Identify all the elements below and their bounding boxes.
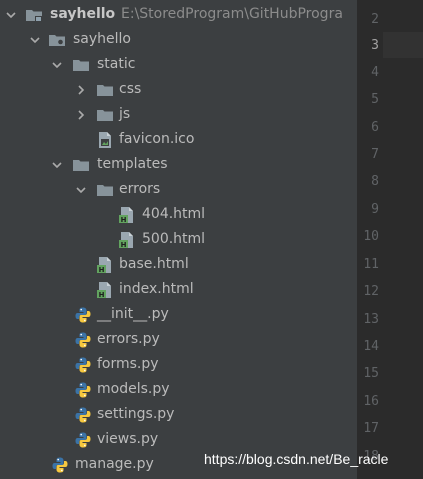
line-number: 4 bbox=[371, 65, 379, 80]
current-line-highlight bbox=[383, 32, 423, 58]
chevron-down-icon[interactable] bbox=[28, 33, 42, 47]
html-file-icon bbox=[118, 206, 136, 224]
watermark-text: https://blog.csdn.net/Be_racle bbox=[204, 451, 389, 467]
line-number: 10 bbox=[363, 229, 379, 244]
chevron-right-icon[interactable] bbox=[74, 108, 88, 122]
tree-node-favicon[interactable]: favicon.ico bbox=[0, 127, 357, 152]
tree-node-forms-py[interactable]: forms.py bbox=[0, 352, 357, 377]
tree-label: templates bbox=[97, 156, 168, 172]
tree-node-500-html[interactable]: 500.html bbox=[0, 227, 357, 252]
tree-label: base.html bbox=[119, 256, 189, 272]
tree-label: 500.html bbox=[142, 231, 206, 247]
line-number: 7 bbox=[371, 147, 379, 162]
editor-line-gutter: 2 3 4 5 6 7 8 9 10 11 12 13 14 15 16 17 … bbox=[357, 0, 423, 479]
tree-node-project-root[interactable]: sayhello E:\StoredProgram\GitHubProgra bbox=[0, 2, 357, 27]
python-file-icon bbox=[74, 306, 92, 324]
folder-icon bbox=[72, 56, 90, 74]
chevron-right-icon[interactable] bbox=[74, 83, 88, 97]
line-number: 2 bbox=[371, 12, 379, 27]
line-number: 9 bbox=[371, 202, 379, 217]
tree-label: errors bbox=[119, 181, 161, 197]
folder-icon bbox=[96, 106, 114, 124]
line-number: 5 bbox=[371, 92, 379, 107]
project-path: E:\StoredProgram\GitHubProgra bbox=[121, 6, 343, 22]
tree-label: js bbox=[119, 106, 131, 122]
tree-label: index.html bbox=[119, 281, 194, 297]
line-number: 15 bbox=[363, 366, 379, 381]
python-file-icon bbox=[74, 431, 92, 449]
project-name: sayhello bbox=[50, 6, 116, 22]
tree-label: manage.py bbox=[75, 456, 154, 472]
project-tree-panel: sayhello E:\StoredProgram\GitHubProgra s… bbox=[0, 0, 357, 479]
tree-node-js[interactable]: js bbox=[0, 102, 357, 127]
line-number: 16 bbox=[363, 394, 379, 409]
line-number: 17 bbox=[363, 421, 379, 436]
folder-icon bbox=[96, 181, 114, 199]
image-file-icon bbox=[96, 131, 114, 149]
tree-node-index-html[interactable]: index.html bbox=[0, 277, 357, 302]
tree-label: views.py bbox=[97, 431, 159, 447]
line-number: 14 bbox=[363, 339, 379, 354]
tree-node-errors-py[interactable]: errors.py bbox=[0, 327, 357, 352]
tree-node-settings-py[interactable]: settings.py bbox=[0, 402, 357, 427]
tree-node-404-html[interactable]: 404.html bbox=[0, 202, 357, 227]
tree-label: forms.py bbox=[97, 356, 159, 372]
line-number: 8 bbox=[371, 174, 379, 189]
tree-node-init-py[interactable]: __init__.py bbox=[0, 302, 357, 327]
tree-node-static[interactable]: static bbox=[0, 52, 357, 77]
tree-label: sayhello bbox=[73, 31, 131, 47]
python-file-icon bbox=[51, 456, 69, 474]
tree-node-sayhello-package[interactable]: sayhello bbox=[0, 27, 357, 52]
tree-node-errors-folder[interactable]: errors bbox=[0, 177, 357, 202]
tree-node-css[interactable]: css bbox=[0, 77, 357, 102]
line-number: 6 bbox=[371, 120, 379, 135]
tree-node-templates[interactable]: templates bbox=[0, 152, 357, 177]
tree-label: 404.html bbox=[142, 206, 206, 222]
chevron-down-icon[interactable] bbox=[74, 183, 88, 197]
tree-label: favicon.ico bbox=[119, 131, 195, 147]
tree-node-models-py[interactable]: models.py bbox=[0, 377, 357, 402]
python-file-icon bbox=[74, 381, 92, 399]
package-folder-icon bbox=[48, 31, 66, 49]
tree-label: css bbox=[119, 81, 142, 97]
line-number: 13 bbox=[363, 312, 379, 327]
tree-label: errors.py bbox=[97, 331, 160, 347]
tree-label: settings.py bbox=[97, 406, 175, 422]
line-number: 12 bbox=[363, 284, 379, 299]
chevron-down-icon[interactable] bbox=[50, 58, 64, 72]
html-file-icon bbox=[118, 231, 136, 249]
folder-icon bbox=[25, 6, 43, 24]
chevron-down-icon[interactable] bbox=[4, 8, 18, 22]
line-number: 11 bbox=[363, 257, 379, 272]
html-file-icon bbox=[96, 281, 114, 299]
tree-node-base-html[interactable]: base.html bbox=[0, 252, 357, 277]
html-file-icon bbox=[96, 256, 114, 274]
line-number-current: 3 bbox=[371, 38, 379, 53]
python-file-icon bbox=[74, 356, 92, 374]
folder-icon bbox=[72, 156, 90, 174]
tree-label: static bbox=[97, 56, 136, 72]
folder-icon bbox=[96, 81, 114, 99]
python-file-icon bbox=[74, 406, 92, 424]
chevron-down-icon[interactable] bbox=[50, 158, 64, 172]
python-file-icon bbox=[74, 331, 92, 349]
tree-label: models.py bbox=[97, 381, 170, 397]
tree-label: __init__.py bbox=[97, 306, 169, 322]
